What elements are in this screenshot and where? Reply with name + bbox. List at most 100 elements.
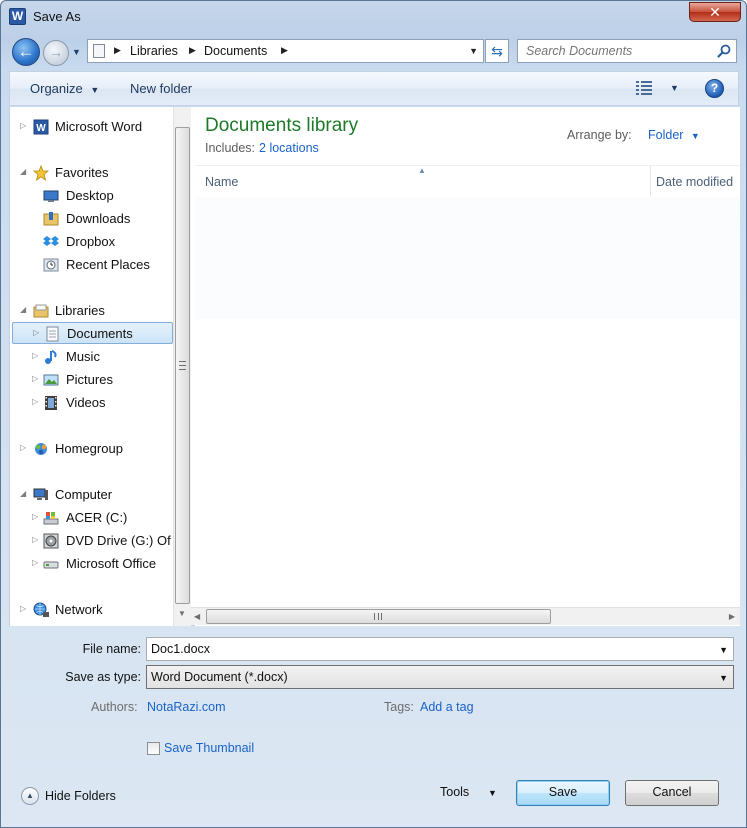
hide-folders-label[interactable]: Hide Folders [45,789,116,803]
expand-arrow-icon[interactable]: ▷ [20,121,26,130]
recent-pages-button[interactable]: ▼ [72,47,81,57]
expand-arrow-icon[interactable]: ▷ [32,374,38,383]
column-headers: Name ▲ Date modified [195,165,740,196]
chevron-down-icon[interactable]: ▼ [719,645,728,655]
authors-label: Authors: [91,700,138,714]
collapse-arrow-icon[interactable]: ◢ [20,305,26,314]
tags-value[interactable]: Add a tag [420,700,474,714]
scrollbar-thumb[interactable] [175,127,190,604]
documents-icon [46,326,59,342]
sidebar-item-libraries[interactable]: ◢ Libraries [10,300,173,322]
file-list-scrollbar[interactable]: ◀ ▶ [191,607,740,625]
help-button[interactable]: ? [705,79,724,98]
svg-text:W: W [36,123,46,134]
sidebar-item-documents[interactable]: ▷ Documents [12,322,173,344]
forward-button[interactable]: → [43,40,69,66]
chevron-up-icon: ▲ [26,791,34,800]
view-options-dropdown-icon[interactable]: ▼ [670,83,679,93]
save-button[interactable]: Save [516,780,610,806]
breadcrumb-libraries[interactable]: Libraries [130,44,178,58]
library-location-icon [93,44,105,58]
sidebar-item-dvd-drive[interactable]: ▷ DVD Drive (G:) Of [10,530,173,552]
sidebar-item-microsoft-word[interactable]: ▷ W Microsoft Word [10,116,173,138]
sidebar-item-pictures[interactable]: ▷ Pictures [10,369,173,391]
expand-arrow-icon[interactable]: ▷ [20,443,26,452]
scroll-left-icon[interactable]: ◀ [194,612,200,621]
expand-arrow-icon[interactable]: ▷ [33,328,39,337]
tools-menu[interactable]: Tools [440,785,469,799]
sidebar-item-desktop[interactable]: Desktop [10,185,173,207]
videos-icon [45,396,57,410]
title-bar: W Save As ✕ [1,1,746,33]
file-name-combobox[interactable]: ▼ [146,637,734,661]
scroll-down-icon[interactable]: ▼ [178,609,186,618]
organize-label: Organize [30,81,83,96]
back-button[interactable]: ← [12,38,40,66]
library-title: Documents library [205,115,359,136]
dropbox-icon [43,236,59,246]
collapse-arrow-icon[interactable]: ◢ [20,489,26,498]
expand-arrow-icon[interactable]: ▷ [32,535,38,544]
homegroup-icon [35,443,47,455]
expand-arrow-icon[interactable]: ▷ [32,558,38,567]
breadcrumb-separator-icon[interactable]: ▶ [281,45,288,56]
change-view-icon[interactable] [636,81,652,95]
scrollbar-thumb[interactable] [206,609,551,624]
save-thumbnail-label[interactable]: Save Thumbnail [164,741,254,755]
arrange-by-label: Arrange by: [567,128,632,142]
scroll-right-icon[interactable]: ▶ [729,612,735,621]
search-icon[interactable] [716,43,732,59]
column-header-name[interactable]: Name [205,175,238,189]
file-list[interactable] [195,197,740,319]
sidebar-item-network[interactable]: ▷ Network [10,599,173,621]
close-button[interactable]: ✕ [689,2,741,22]
file-name-input[interactable] [147,638,733,660]
includes-locations-link[interactable]: 2 locations [259,141,319,155]
sidebar-item-dropbox[interactable]: Dropbox [10,231,173,253]
expand-arrow-icon[interactable]: ▷ [32,397,38,406]
dvd-drive-icon [43,533,59,549]
desktop-icon [43,190,59,202]
address-bar[interactable]: ▶ Libraries ▶ Documents ▶ ▼ [87,39,484,63]
sidebar-item-music[interactable]: ▷ Music [10,346,173,368]
sidebar-item-label: Recent Places [66,257,150,272]
authors-value[interactable]: NotaRazi.com [147,700,226,714]
sidebar-item-homegroup[interactable]: ▷ Homegroup [10,438,173,460]
search-input[interactable] [518,40,714,62]
sidebar-item-microsoft-office[interactable]: ▷ Microsoft Office [10,553,173,575]
sidebar-item-acer-c[interactable]: ▷ ACER (C:) [10,507,173,529]
chevron-down-icon: ▼ [690,131,700,141]
column-header-date-modified[interactable]: Date modified [656,175,733,189]
save-as-type-select[interactable]: Word Document (*.docx) ▼ [146,665,734,689]
column-divider[interactable] [650,166,651,196]
hide-folders-button[interactable]: ▲ [21,787,39,805]
chevron-down-icon[interactable]: ▼ [488,788,497,798]
organize-menu[interactable]: Organize ▼ [30,81,99,96]
drive-icon [43,512,59,525]
expand-arrow-icon[interactable]: ▷ [20,604,26,613]
sidebar-item-label: Homegroup [55,441,123,456]
cancel-button[interactable]: Cancel [625,780,719,806]
expand-arrow-icon[interactable]: ▷ [32,512,38,521]
sidebar-item-recent-places[interactable]: Recent Places [10,254,173,276]
sidebar-item-downloads[interactable]: Downloads [10,208,173,230]
address-dropdown-icon[interactable]: ▼ [469,46,478,56]
sidebar-item-videos[interactable]: ▷ Videos [10,392,173,414]
new-folder-button[interactable]: New folder [130,81,192,96]
removable-drive-icon [43,561,59,569]
navigation-pane-scrollbar[interactable]: ▼ [173,107,191,626]
sidebar-item-computer[interactable]: ◢ Computer [10,484,173,506]
breadcrumb-separator-icon[interactable]: ▶ [114,45,121,56]
breadcrumb-documents[interactable]: Documents [204,44,267,58]
sidebar-item-favorites[interactable]: ◢ Favorites [10,162,173,184]
arrange-by-dropdown[interactable]: Folder ▼ [648,128,700,142]
sidebar-item-label: Pictures [66,372,113,387]
refresh-icon: ⇆ [491,43,503,59]
file-name-label: File name: [82,642,141,656]
save-thumbnail-checkbox[interactable] [147,742,160,755]
search-box[interactable] [517,39,737,63]
collapse-arrow-icon[interactable]: ◢ [20,167,26,176]
expand-arrow-icon[interactable]: ▷ [32,351,38,360]
refresh-button[interactable]: ⇆ [485,39,509,63]
breadcrumb-separator-icon[interactable]: ▶ [189,45,196,56]
